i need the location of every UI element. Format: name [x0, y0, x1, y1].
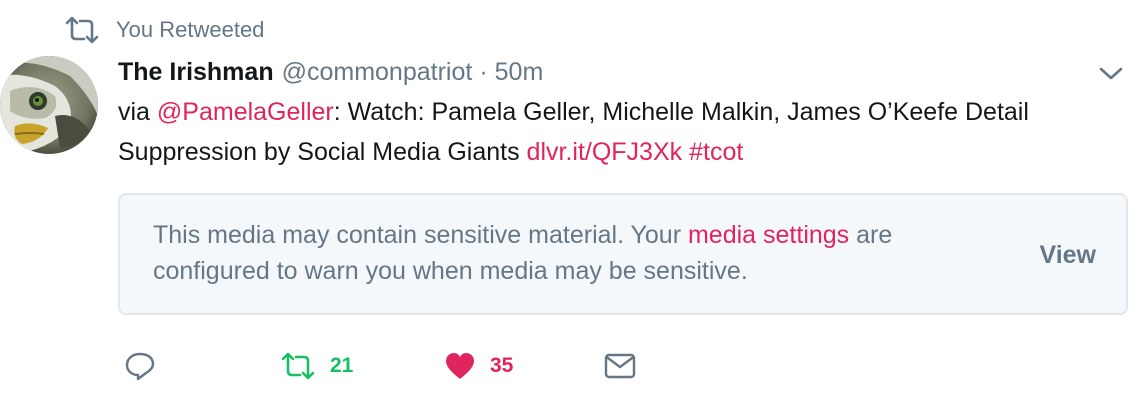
like-count: 35	[490, 354, 514, 377]
heart-icon	[446, 353, 474, 379]
author-name[interactable]: The Irishman	[118, 58, 274, 87]
envelope-icon	[604, 353, 636, 379]
media-settings-link[interactable]: media settings	[688, 221, 849, 249]
hashtag-link[interactable]: #tcot	[689, 138, 743, 166]
reply-icon	[125, 352, 155, 381]
retweet-button[interactable]: 21	[280, 346, 353, 386]
reply-button[interactable]	[124, 346, 156, 386]
warning-text-start: This media may contain sensitive materia…	[153, 221, 688, 249]
url-link[interactable]: dlvr.it/QFJ3Xk	[527, 138, 683, 166]
tweet-actions: 21 35	[118, 346, 718, 386]
view-media-button[interactable]: View	[1039, 241, 1096, 270]
tweet-header: The Irishman @commonpatriot · 50m	[118, 54, 543, 90]
tweet-timestamp[interactable]: 50m	[495, 58, 544, 87]
header-separator: ·	[479, 57, 488, 86]
sensitive-media-warning: This media may contain sensitive materia…	[118, 193, 1128, 315]
like-button[interactable]: 35	[444, 346, 513, 386]
chevron-down-icon[interactable]	[1096, 60, 1126, 86]
avatar[interactable]	[0, 56, 98, 154]
retweet-context: You Retweeted	[64, 14, 264, 46]
tweet-text: via @PamelaGeller: Watch: Pamela Geller,…	[118, 92, 1133, 172]
eagle-avatar-image	[0, 56, 98, 154]
retweet-count: 21	[330, 354, 354, 377]
retweet-context-label: You Retweeted	[116, 17, 265, 42]
mention-link[interactable]: @PamelaGeller	[157, 98, 334, 126]
retweet-icon	[64, 15, 100, 45]
direct-message-button[interactable]	[604, 346, 636, 386]
tweet-text-prefix: via	[118, 98, 157, 126]
author-handle[interactable]: @commonpatriot	[282, 58, 473, 87]
tweet: You Retweeted The Irishman @commonpatrio…	[0, 0, 1144, 400]
sensitive-media-message: This media may contain sensitive materia…	[153, 217, 1013, 289]
retweet-icon	[281, 352, 315, 380]
